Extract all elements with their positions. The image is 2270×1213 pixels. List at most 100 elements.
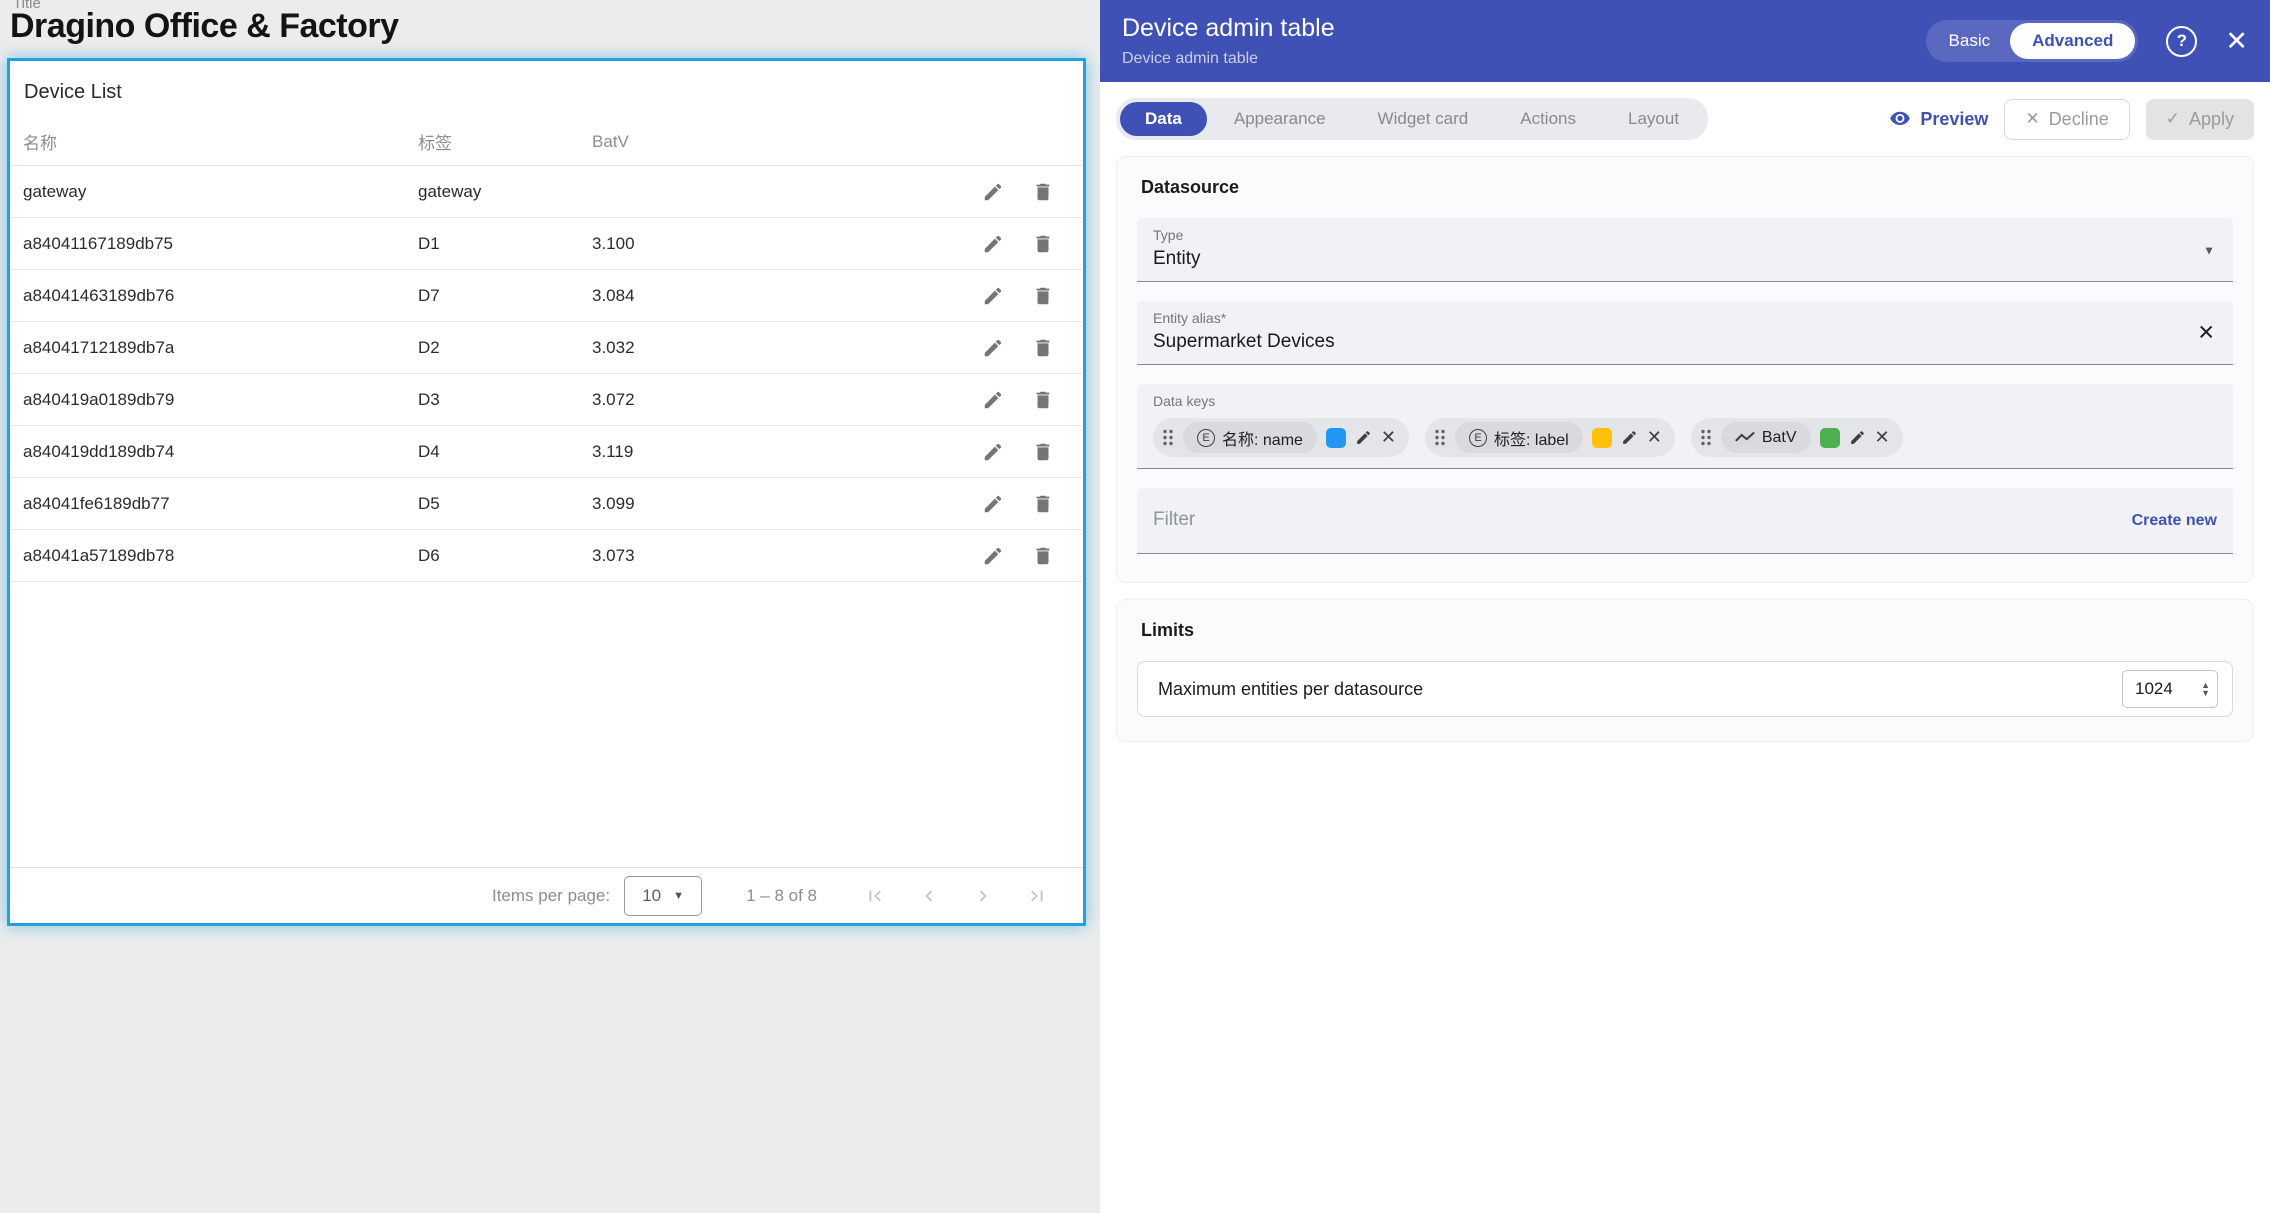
- edit-row-button[interactable]: [981, 232, 1005, 256]
- datasource-type-select[interactable]: Type Entity ▼: [1137, 218, 2233, 282]
- max-entities-value: 1024: [2123, 679, 2201, 699]
- trash-icon: [1032, 389, 1054, 411]
- data-keys-field[interactable]: Data keys E 名称: name ✕: [1137, 384, 2233, 469]
- tab-widget-card[interactable]: Widget card: [1353, 102, 1494, 136]
- remove-key-button[interactable]: ✕: [1647, 427, 1662, 448]
- last-page-button[interactable]: [1025, 884, 1049, 908]
- tab-layout[interactable]: Layout: [1603, 102, 1704, 136]
- close-panel-button[interactable]: ✕: [2225, 28, 2248, 55]
- trash-icon: [1032, 493, 1054, 515]
- clear-alias-button[interactable]: ✕: [2197, 320, 2215, 345]
- delete-row-button[interactable]: [1031, 180, 1055, 204]
- column-header-label[interactable]: 标签: [418, 129, 592, 154]
- entity-alias-field[interactable]: Entity alias* Supermarket Devices ✕: [1137, 301, 2233, 365]
- data-key-pill[interactable]: BatV: [1721, 422, 1811, 453]
- pencil-icon: [982, 181, 1004, 203]
- column-header-name[interactable]: 名称: [10, 129, 418, 154]
- tab-data[interactable]: Data: [1120, 102, 1207, 136]
- stepper-down-button[interactable]: ▼: [2201, 689, 2210, 697]
- preview-button[interactable]: Preview: [1889, 109, 1988, 130]
- entity-field-icon: E: [1469, 429, 1487, 447]
- table-row: gateway gateway: [10, 166, 1083, 218]
- pencil-icon: [1621, 429, 1638, 446]
- pencil-icon: [982, 389, 1004, 411]
- create-new-filter-link[interactable]: Create new: [2132, 512, 2217, 530]
- key-color-swatch[interactable]: [1592, 428, 1612, 448]
- cell-label: D3: [418, 390, 592, 410]
- edit-row-button[interactable]: [981, 492, 1005, 516]
- edit-row-button[interactable]: [981, 336, 1005, 360]
- table-row: a84041a57189db78 D6 3.073: [10, 530, 1083, 582]
- tab-actions[interactable]: Actions: [1495, 102, 1601, 136]
- table-row: a84041fe6189db77 D5 3.099: [10, 478, 1083, 530]
- drag-handle-icon[interactable]: [1434, 428, 1446, 447]
- dashboard-title: Dragino Office & Factory: [10, 7, 399, 46]
- pencil-icon: [982, 545, 1004, 567]
- edit-key-button[interactable]: [1621, 429, 1638, 446]
- edit-row-button[interactable]: [981, 440, 1005, 464]
- apply-button[interactable]: ✓ Apply: [2146, 99, 2254, 140]
- cell-name: a84041167189db75: [10, 234, 418, 254]
- cell-name: gateway: [10, 182, 418, 202]
- close-icon: ✕: [2197, 321, 2215, 344]
- data-key-chip: BatV ✕: [1691, 418, 1903, 457]
- remove-key-button[interactable]: ✕: [1381, 427, 1396, 448]
- remove-key-button[interactable]: ✕: [1875, 427, 1890, 448]
- type-dropdown-button[interactable]: ▼: [2203, 242, 2215, 257]
- tab-appearance[interactable]: Appearance: [1209, 102, 1351, 136]
- type-label: Type: [1153, 227, 2217, 243]
- delete-row-button[interactable]: [1031, 388, 1055, 412]
- edit-row-button[interactable]: [981, 180, 1005, 204]
- edit-row-button[interactable]: [981, 388, 1005, 412]
- toggle-advanced[interactable]: Advanced: [2010, 23, 2135, 59]
- drag-handle-icon[interactable]: [1700, 428, 1712, 447]
- data-key-pill[interactable]: E 名称: name: [1183, 422, 1317, 453]
- table-row: a84041712189db7a D2 3.032: [10, 322, 1083, 374]
- apply-label: Apply: [2189, 109, 2234, 130]
- chevron-left-icon: [918, 885, 940, 907]
- cell-label: D2: [418, 338, 592, 358]
- help-button[interactable]: ?: [2166, 26, 2197, 57]
- max-entities-label: Maximum entities per datasource: [1158, 679, 1423, 700]
- delete-row-button[interactable]: [1031, 336, 1055, 360]
- trash-icon: [1032, 285, 1054, 307]
- next-page-button[interactable]: [971, 884, 995, 908]
- filter-field[interactable]: Filter Create new: [1137, 488, 2233, 554]
- data-key-pill[interactable]: E 标签: label: [1455, 422, 1583, 453]
- toggle-basic[interactable]: Basic: [1929, 23, 2011, 59]
- column-header-batv[interactable]: BatV: [592, 132, 943, 152]
- previous-page-button[interactable]: [917, 884, 941, 908]
- trash-icon: [1032, 337, 1054, 359]
- delete-row-button[interactable]: [1031, 440, 1055, 464]
- delete-row-button[interactable]: [1031, 232, 1055, 256]
- page-range-label: 1 – 8 of 8: [746, 886, 817, 906]
- table-header-row: 名称 标签 BatV: [10, 118, 1083, 166]
- timeseries-icon: [1735, 431, 1755, 444]
- key-color-swatch[interactable]: [1820, 428, 1840, 448]
- page-size-select[interactable]: 10 ▼: [624, 876, 702, 916]
- delete-row-button[interactable]: [1031, 544, 1055, 568]
- type-value: Entity: [1153, 248, 2217, 270]
- last-page-icon: [1026, 885, 1048, 907]
- data-key-name: BatV: [1762, 429, 1797, 447]
- table-row: a84041463189db76 D7 3.084: [10, 270, 1083, 322]
- cell-label: D1: [418, 234, 592, 254]
- edit-row-button[interactable]: [981, 544, 1005, 568]
- key-color-swatch[interactable]: [1326, 428, 1346, 448]
- data-key-name: 名称: name: [1222, 426, 1303, 450]
- device-list-widget[interactable]: Device List 名称 标签 BatV gateway gateway a…: [7, 58, 1086, 926]
- cell-batv: 3.084: [592, 286, 943, 306]
- edit-key-button[interactable]: [1355, 429, 1372, 446]
- delete-row-button[interactable]: [1031, 492, 1055, 516]
- edit-row-button[interactable]: [981, 284, 1005, 308]
- cell-name: a84041712189db7a: [10, 338, 418, 358]
- items-per-page-label: Items per page:: [492, 886, 610, 906]
- first-page-button[interactable]: [863, 884, 887, 908]
- delete-row-button[interactable]: [1031, 284, 1055, 308]
- drag-handle-icon[interactable]: [1162, 428, 1174, 447]
- decline-button[interactable]: ✕ Decline: [2004, 99, 2129, 140]
- panel-header: Device admin table Device admin table Ba…: [1100, 0, 2270, 82]
- cell-batv: 3.099: [592, 494, 943, 514]
- edit-key-button[interactable]: [1849, 429, 1866, 446]
- max-entities-input[interactable]: 1024 ▲ ▼: [2122, 670, 2218, 708]
